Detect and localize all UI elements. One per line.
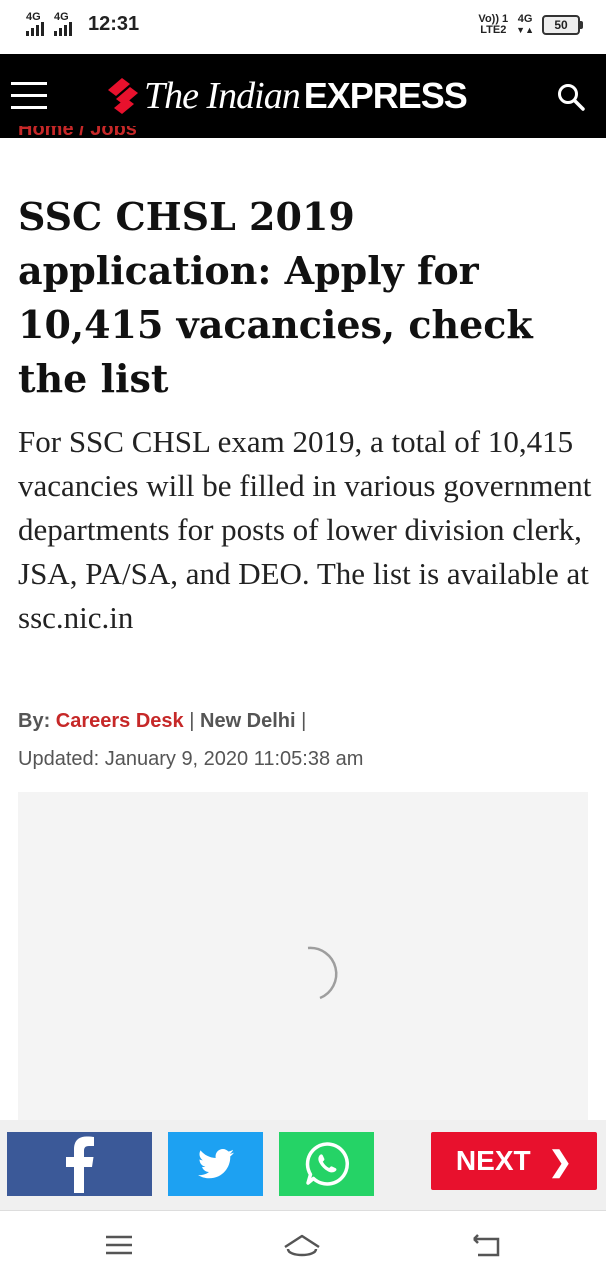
recent-apps-icon[interactable] <box>100 1231 140 1261</box>
data-indicator: 4G ▼▲ <box>516 13 534 36</box>
menu-icon[interactable] <box>11 82 47 110</box>
signal-2-icon: 4G <box>54 12 76 36</box>
twitter-icon <box>197 1149 234 1179</box>
share-bar: NEXT ❯ <box>0 1120 606 1210</box>
next-article-button[interactable]: NEXT ❯ <box>431 1132 597 1190</box>
volte-indicator: Vo)) 1 LTE2 <box>478 13 509 36</box>
status-left: 4G 4G 12:31 <box>26 12 139 36</box>
logo-text-bold: EXPRESS <box>303 75 468 116</box>
article-title: SSC CHSL 2019 application: Apply for 10,… <box>18 194 533 401</box>
twitter-share-button[interactable] <box>168 1132 263 1196</box>
author-link[interactable]: Careers Desk <box>56 710 184 732</box>
facebook-share-button[interactable] <box>7 1132 152 1196</box>
logo-text-serif: The Indian <box>144 75 301 117</box>
status-right: Vo)) 1 LTE2 4G ▼▲ 50 <box>478 13 583 36</box>
system-navigation-bar <box>0 1210 606 1281</box>
breadcrumb[interactable]: Home / Jobs <box>18 126 137 150</box>
clock: 12:31 <box>88 13 140 35</box>
updated-timestamp: Updated: January 9, 2020 11:05:38 am <box>18 748 364 770</box>
status-bar: 4G 4G 12:31 Vo)) 1 LTE2 4G ▼▲ 50 <box>0 0 606 54</box>
by-label: By: <box>18 710 51 732</box>
whatsapp-share-button[interactable] <box>279 1132 374 1196</box>
loading-spinner-icon <box>307 946 338 1000</box>
byline: By: Careers Desk | New Delhi | <box>18 710 306 733</box>
home-icon[interactable] <box>282 1231 322 1261</box>
battery-icon: 50 <box>542 15 583 35</box>
byline-separator: | <box>301 710 307 732</box>
byline-separator: | <box>189 710 195 732</box>
logo-mark-icon <box>108 78 138 114</box>
back-icon[interactable] <box>470 1231 510 1261</box>
signal-1-icon: 4G <box>26 12 48 36</box>
whatsapp-icon <box>305 1142 349 1186</box>
search-icon[interactable] <box>556 82 586 112</box>
next-label: NEXT <box>455 1145 531 1176</box>
facebook-icon <box>65 1136 94 1193</box>
media-placeholder[interactable] <box>18 792 588 1132</box>
location: New Delhi <box>200 710 296 732</box>
article-summary: For SSC CHSL exam 2019, a total of 10,41… <box>18 424 592 635</box>
site-logo[interactable]: The Indian EXPRESS <box>108 72 468 120</box>
chevron-right-icon: ❯ <box>548 1145 573 1177</box>
